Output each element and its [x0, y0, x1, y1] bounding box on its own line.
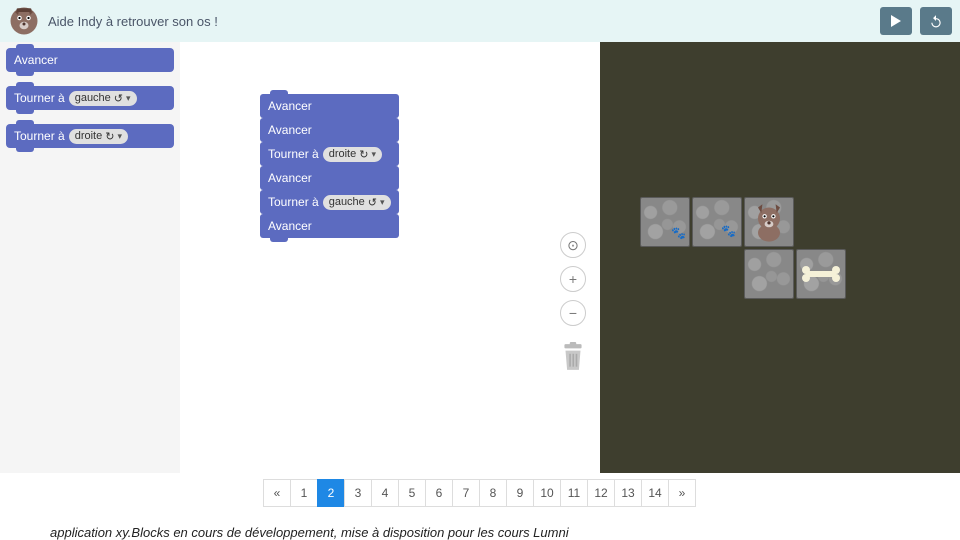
page-9[interactable]: 9 [506, 479, 534, 507]
minus-icon: − [569, 305, 577, 321]
page-8[interactable]: 8 [479, 479, 507, 507]
stage-tile: 🐾 [640, 197, 690, 247]
block-label: Tourner à [14, 129, 65, 143]
arrow-ccw-icon: ↺ [114, 92, 123, 105]
workspace[interactable]: Avancer Avancer Tourner à droite ↻ ▾ Ava… [180, 42, 600, 473]
arrow-ccw-icon: ↺ [368, 196, 377, 209]
page-13[interactable]: 13 [614, 479, 642, 507]
play-icon [891, 15, 901, 27]
plus-icon: + [569, 271, 577, 287]
stage: 🐾 🐾 [600, 42, 960, 473]
workspace-stack[interactable]: Avancer Avancer Tourner à droite ↻ ▾ Ava… [260, 94, 399, 238]
page-3[interactable]: 3 [344, 479, 372, 507]
dropdown-caret-icon: ▾ [380, 197, 385, 208]
page-prev[interactable]: « [263, 479, 291, 507]
page-5[interactable]: 5 [398, 479, 426, 507]
page-4[interactable]: 4 [371, 479, 399, 507]
dropdown-caret-icon: ▾ [117, 131, 122, 142]
dropdown-caret-icon: ▾ [371, 149, 376, 160]
reset-icon [929, 14, 943, 28]
bone-target [801, 266, 841, 282]
play-button[interactable] [880, 7, 912, 35]
block-param[interactable]: gauche ↺ ▾ [323, 195, 391, 210]
caption: application xy.Blocks en cours de dévelo… [0, 513, 960, 540]
page-12[interactable]: 12 [587, 479, 615, 507]
page-2[interactable]: 2 [317, 479, 345, 507]
block-param[interactable]: droite ↻ ▾ [69, 129, 128, 144]
footprint-icon: 🐾 [721, 224, 736, 238]
arrow-cw-icon: ↻ [359, 148, 368, 161]
palette-block-avancer[interactable]: Avancer [6, 48, 174, 72]
recenter-button[interactable]: ⊙ [560, 232, 586, 258]
dropdown-caret-icon: ▾ [126, 93, 131, 104]
palette-block-tourner-gauche[interactable]: Tourner à gauche ↺ ▾ [6, 86, 174, 110]
arrow-cw-icon: ↻ [105, 130, 114, 143]
page-title: Aide Indy à retrouver son os ! [48, 14, 872, 29]
page-6[interactable]: 6 [425, 479, 453, 507]
page-next[interactable]: » [668, 479, 696, 507]
avatar [8, 5, 40, 37]
app-header: Aide Indy à retrouver son os ! [0, 0, 960, 42]
zoom-out-button[interactable]: − [560, 300, 586, 326]
reset-button[interactable] [920, 7, 952, 35]
target-icon: ⊙ [567, 237, 579, 254]
ws-block[interactable]: Avancer [260, 214, 399, 238]
page-10[interactable]: 10 [533, 479, 561, 507]
trash-icon [560, 342, 586, 372]
pagination: « 1 2 3 4 5 6 7 8 9 10 11 12 13 14 » [0, 473, 960, 513]
trash-button[interactable] [558, 340, 588, 374]
stage-tile [744, 249, 794, 299]
footprint-icon: 🐾 [671, 226, 686, 240]
block-param[interactable]: droite ↻ ▾ [323, 147, 382, 162]
character-sprite [747, 202, 791, 246]
palette-block-tourner-droite[interactable]: Tourner à droite ↻ ▾ [6, 124, 174, 148]
block-label: Avancer [14, 53, 58, 67]
block-palette: Avancer Tourner à gauche ↺ ▾ Tourner à d… [0, 42, 180, 473]
block-label: Tourner à [14, 91, 65, 105]
block-param[interactable]: gauche ↺ ▾ [69, 91, 137, 106]
page-11[interactable]: 11 [560, 479, 588, 507]
page-7[interactable]: 7 [452, 479, 480, 507]
stage-tile: 🐾 [692, 197, 742, 247]
zoom-in-button[interactable]: + [560, 266, 586, 292]
page-1[interactable]: 1 [290, 479, 318, 507]
page-14[interactable]: 14 [641, 479, 669, 507]
